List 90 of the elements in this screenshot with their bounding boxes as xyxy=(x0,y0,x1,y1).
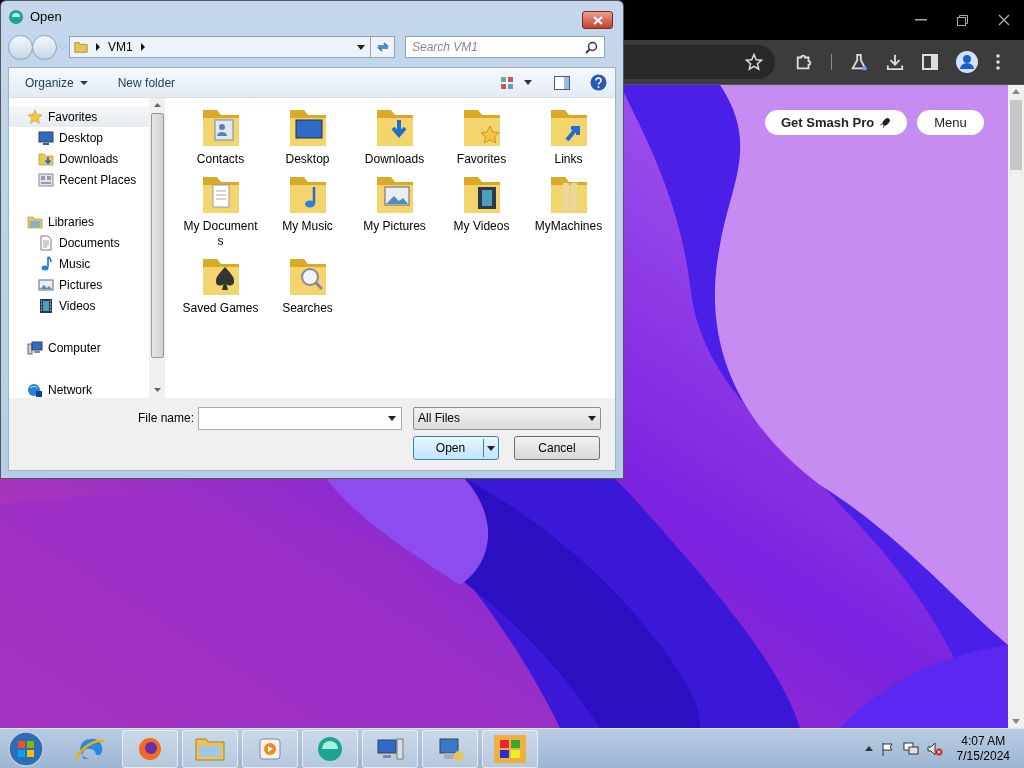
refresh-icon xyxy=(375,41,390,53)
app-icon xyxy=(8,9,24,25)
open-button[interactable]: Open xyxy=(413,436,499,460)
restore-icon[interactable] xyxy=(957,14,968,26)
address-field[interactable]: VM1 xyxy=(69,36,371,58)
file-name[interactable]: My Documents xyxy=(180,219,261,249)
search-icon[interactable] xyxy=(585,40,598,54)
chevron-right-icon[interactable] xyxy=(140,43,145,51)
new-folder-button[interactable]: New folder xyxy=(111,70,182,95)
network-icon xyxy=(27,381,43,398)
dropdown-icon[interactable] xyxy=(357,44,365,50)
help-icon[interactable] xyxy=(590,74,607,91)
profile-avatar-icon[interactable] xyxy=(956,51,978,73)
dropdown-icon xyxy=(487,445,495,451)
close-icon[interactable] xyxy=(998,14,1010,26)
scroll-up-icon[interactable] xyxy=(1012,89,1020,94)
file-name[interactable]: Saved Games xyxy=(180,301,261,316)
picture-icon xyxy=(38,276,54,293)
puzzle-icon[interactable] xyxy=(795,53,813,71)
nav-item[interactable]: Desktop xyxy=(9,127,149,148)
file-name[interactable]: Downloads xyxy=(354,152,435,167)
rocket-icon xyxy=(879,116,892,129)
taskbar-button[interactable] xyxy=(422,729,478,768)
folder-download-icon xyxy=(38,150,54,167)
file-name[interactable]: Searches xyxy=(267,301,348,316)
file-name[interactable]: Contacts xyxy=(180,152,261,167)
more-options-icon[interactable] xyxy=(996,54,1000,70)
monitor-icon xyxy=(38,129,54,146)
scroll-up-icon[interactable] xyxy=(153,103,161,107)
scroll-down-icon[interactable] xyxy=(1012,719,1020,724)
scroll-thumb[interactable] xyxy=(1010,100,1022,170)
preview-pane-icon[interactable] xyxy=(554,75,570,90)
dropdown-icon[interactable] xyxy=(388,415,396,421)
file-name-label: File name: xyxy=(138,410,196,427)
file-name[interactable]: MyMachines xyxy=(528,219,609,234)
nav-item[interactable]: Pictures xyxy=(9,274,149,295)
volume-muted-icon[interactable] xyxy=(926,741,943,756)
show-hidden-icons-icon[interactable] xyxy=(864,746,873,751)
film-icon xyxy=(38,297,54,314)
scroll-down-icon[interactable] xyxy=(153,388,161,392)
close-button[interactable] xyxy=(582,11,613,29)
side-panel-icon[interactable] xyxy=(922,54,938,70)
nav-item[interactable]: Libraries xyxy=(9,211,149,232)
taskbar-button[interactable] xyxy=(482,729,538,768)
minimize-icon[interactable] xyxy=(915,19,927,21)
close-icon xyxy=(592,15,603,25)
scroll-thumb[interactable] xyxy=(150,113,164,358)
nav-item[interactable]: Computer xyxy=(9,337,149,358)
download-icon[interactable] xyxy=(886,53,904,71)
file-name[interactable]: Links xyxy=(528,152,609,167)
file-type-dropdown[interactable]: All Files xyxy=(413,406,601,430)
nav-item[interactable]: Network xyxy=(9,379,149,398)
nav-item[interactable]: Videos xyxy=(9,295,149,316)
file-name[interactable]: My Pictures xyxy=(354,219,435,234)
clock-time[interactable]: 4:07 AM xyxy=(961,733,1006,749)
nav-item[interactable]: Music xyxy=(9,253,149,274)
get-pro-button[interactable]: Get Smash Pro xyxy=(765,110,908,135)
nav-item[interactable]: Favorites xyxy=(9,106,149,127)
taskbar-button[interactable] xyxy=(122,729,178,768)
scrollbar[interactable] xyxy=(1008,85,1024,728)
dialog-title: Open xyxy=(30,8,62,27)
nav-item[interactable]: Recent Places xyxy=(9,169,149,190)
chevron-right-icon[interactable] xyxy=(96,43,100,51)
breadcrumb-item[interactable]: VM1 xyxy=(108,38,133,56)
document-icon xyxy=(38,234,54,251)
file-name-field[interactable] xyxy=(198,406,402,430)
library-icon xyxy=(27,213,43,230)
recent-places-icon xyxy=(38,171,54,188)
cancel-button[interactable]: Cancel xyxy=(514,436,600,460)
search-field[interactable]: Search VM1 xyxy=(405,36,605,58)
organize-menu[interactable]: Organize xyxy=(19,70,94,95)
taskbar-button[interactable] xyxy=(362,729,418,768)
dropdown-icon xyxy=(588,415,596,421)
flag-icon[interactable] xyxy=(880,741,895,756)
clock-date[interactable]: 7/15/2024 xyxy=(956,748,1010,764)
star-icon[interactable] xyxy=(745,53,763,71)
file-name[interactable]: Desktop xyxy=(267,152,348,167)
network-icon[interactable] xyxy=(902,741,919,756)
nav-item[interactable]: Documents xyxy=(9,232,149,253)
menu-button[interactable]: Menu xyxy=(917,110,984,135)
refresh-button[interactable] xyxy=(371,36,395,58)
flask-icon[interactable] xyxy=(850,53,868,71)
star-icon xyxy=(27,108,43,125)
file-name[interactable]: Favorites xyxy=(441,152,522,167)
search-input[interactable]: Search VM1 xyxy=(412,38,585,56)
file-name[interactable]: My Music xyxy=(267,219,348,234)
computer-icon xyxy=(27,339,43,356)
view-options-icon[interactable] xyxy=(500,75,514,90)
nav-item[interactable]: Downloads xyxy=(9,148,149,169)
file-name[interactable]: My Videos xyxy=(441,219,522,234)
